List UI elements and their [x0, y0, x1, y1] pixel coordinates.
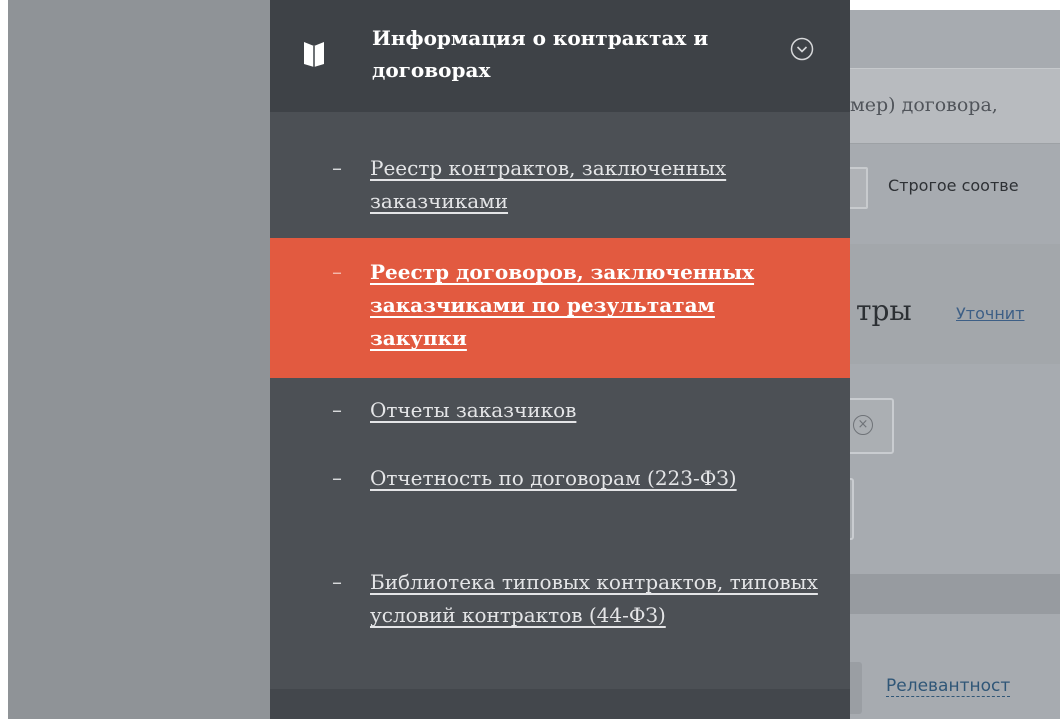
book-icon — [304, 42, 324, 67]
menu-item-label[interactable]: Отчеты заказчиков — [370, 394, 830, 427]
overlay-left — [8, 0, 270, 719]
search-field-text: мер) договора, — [850, 94, 998, 116]
dash-marker: – — [332, 570, 342, 594]
menu-title: Информация о контрактах и договорах — [372, 26, 709, 82]
menu-item-label[interactable]: Отчетность по договорам (223-ФЗ) — [370, 462, 790, 495]
sort-box — [850, 662, 862, 714]
results-bar — [850, 574, 1060, 614]
clear-icon[interactable]: × — [853, 415, 873, 435]
menu-item-label[interactable]: Реестр договоров, заключенных заказчикам… — [370, 256, 770, 355]
background-page: мер) договора, Строгое соотве тры Уточни… — [850, 0, 1060, 719]
filters-heading: тры — [856, 294, 912, 327]
sort-relevance-link[interactable]: Релевантност — [886, 676, 1011, 697]
dash-marker: – — [332, 466, 342, 490]
menu-item-customer-reports[interactable]: – Отчеты заказчиков — [270, 394, 850, 434]
menu-item-agreements-registry[interactable]: – Реестр договоров, заключенных заказчик… — [270, 238, 850, 378]
chevron-down-icon[interactable] — [790, 37, 814, 61]
menu-item-agreements-reporting[interactable]: – Отчетность по договорам (223-ФЗ) — [270, 462, 850, 542]
menu-item-standard-contracts-library[interactable]: – Библиотека типовых контрактов, типовых… — [270, 566, 850, 676]
strict-match-label: Строгое соотве — [888, 176, 1019, 195]
strict-match-checkbox[interactable] — [850, 167, 868, 209]
dash-marker: – — [332, 156, 342, 180]
menu-item-contracts-registry[interactable]: – Реестр контрактов, заключенных заказчи… — [270, 140, 850, 236]
clarify-link[interactable]: Уточнит — [956, 304, 1025, 323]
left-edge — [0, 0, 8, 719]
menu-item-label[interactable]: Реестр контрактов, заключенных заказчика… — [370, 152, 830, 218]
dropdown-menu: Информация о контрактах и договорах – Ре… — [270, 0, 850, 719]
filter-chip-2[interactable] — [850, 478, 854, 540]
menu-footer — [270, 689, 850, 719]
dash-marker: – — [332, 398, 342, 422]
menu-header[interactable]: Информация о контрактах и договорах — [270, 0, 850, 112]
menu-item-label[interactable]: Библиотека типовых контрактов, типовых у… — [370, 566, 820, 632]
dash-marker: – — [332, 260, 342, 284]
